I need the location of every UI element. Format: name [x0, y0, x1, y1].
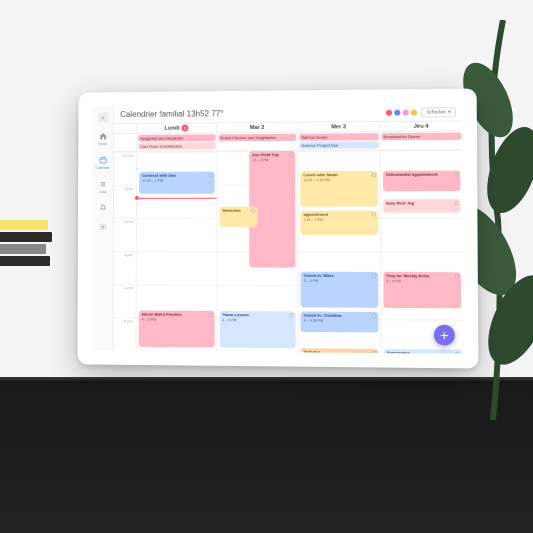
allday-col: Roast Chicken and Vegetables — [216, 133, 297, 151]
sidebar-item-label: Lists — [99, 190, 106, 194]
schedule-dropdown[interactable]: Schedule ▾ — [421, 107, 456, 117]
event-time: 1:30 – 2 PM — [304, 218, 375, 222]
hour-label: 2 pm — [114, 218, 136, 251]
allday-event[interactable]: Last Dose of Antibiotics — [138, 142, 215, 149]
event-user-icon — [289, 153, 293, 157]
day-label: Mar 2 — [250, 124, 265, 130]
calendar-icon — [99, 156, 107, 165]
calendar-event[interactable]: Easy Rest Jog — [383, 199, 461, 213]
sidebar: S Home Calendar Lists — [92, 106, 115, 351]
tablet-device: S Home Calendar Lists Calendrier familial … — [78, 88, 479, 368]
calendar-grid[interactable]: 12 pm1 pm2 pm3 pm4 pm5 pm Connect with D… — [114, 150, 464, 354]
hour-label: 3 pm — [114, 251, 136, 284]
sidebar-item-calendar[interactable]: Calendar — [96, 156, 110, 170]
calendar-event[interactable]: Check In: Christina4 – 4:30 PM — [301, 312, 378, 333]
event-user-icon — [372, 351, 376, 354]
allday-col: Spaghetti and MeatballsLast Dose of Anti… — [136, 133, 216, 151]
calendar-event[interactable]: Gymnastics5 – 6 PM — [383, 349, 461, 354]
event-user-icon — [371, 274, 375, 278]
calendar-event[interactable]: Lunch with Sarah12:30 – 1:30 PM — [300, 171, 377, 207]
calendar-event[interactable]: Piano Lesson4 – 5 PM — [219, 311, 295, 348]
event-title: Médecins — [222, 209, 254, 214]
event-time: 12:30 – 1:30 PM — [303, 178, 374, 183]
allday-event[interactable]: Breakfast for Dinner — [381, 133, 461, 141]
event-user-icon — [455, 274, 459, 278]
event-user-icon — [251, 209, 255, 213]
hour-label: 12 pm — [114, 152, 136, 185]
event-time: 4 – 5 PM — [142, 318, 211, 323]
day-column[interactable]: Orthodontist Appointment Easy Rest Jog Pre… — [379, 150, 463, 354]
event-user-icon — [208, 173, 212, 177]
calendar-event[interactable]: Check In: Miles3 – 4 PM — [301, 272, 378, 309]
user-dot[interactable] — [386, 109, 392, 115]
sidebar-item-label: Calendar — [96, 166, 110, 170]
day-label: Jeu 4 — [414, 123, 429, 129]
sidebar-badge[interactable]: S — [98, 112, 108, 122]
event-time: 4 – 5 PM — [222, 318, 292, 323]
event-title: Orthodontist Appointment — [386, 172, 458, 177]
event-user-icon — [289, 314, 293, 318]
page-title: Calendrier familial 13h52 77° — [120, 109, 223, 119]
allday-event[interactable]: Salmon Bowls — [299, 133, 378, 141]
sidebar-item-label: Home — [98, 142, 107, 146]
day-label: Lundi — [164, 125, 179, 131]
hour-label: 5 pm — [114, 317, 136, 350]
screen: S Home Calendar Lists Calendrier familial … — [92, 103, 464, 354]
hour-label: 4 pm — [114, 284, 136, 317]
calendar-event[interactable]: Médecins — [219, 207, 257, 227]
event-title: Tutoring — [304, 350, 375, 353]
schedule-label: Schedule — [426, 109, 446, 114]
now-indicator — [137, 197, 216, 198]
allday-event[interactable]: Spaghetti and Meatballs — [138, 134, 215, 142]
calendar-event[interactable]: Honor Band Practice4 – 5 PM — [139, 311, 214, 348]
sidebar-item-bell[interactable] — [98, 204, 106, 213]
day-header[interactable]: Jeu 4 — [379, 121, 462, 131]
sidebar-item-list[interactable]: Lists — [99, 180, 107, 194]
allday-col: Breakfast for Dinner — [379, 132, 462, 150]
day-label: Mer 3 — [331, 124, 346, 130]
day-column[interactable]: Lunch with Sarah12:30 – 1:30 PM appointme… — [297, 150, 380, 353]
hours-gutter: 12 pm1 pm2 pm3 pm4 pm5 pm — [114, 152, 137, 351]
event-title: Gymnastics — [386, 351, 458, 354]
hour-label: 1 pm — [114, 185, 136, 218]
list-icon — [99, 180, 107, 189]
calendar-event[interactable]: Prep for Weekly Retro3 – 4 PM — [383, 272, 461, 309]
day-header[interactable]: Mer 3 — [297, 122, 379, 132]
calendar-event[interactable]: Orthodontist Appointment — [382, 170, 460, 191]
allday-row: Spaghetti and MeatballsLast Dose of Anti… — [114, 132, 462, 152]
day-header[interactable]: Lundi1 — [136, 123, 216, 133]
add-event-button[interactable]: + — [434, 325, 455, 346]
sidebar-item-home[interactable]: Home — [98, 132, 107, 146]
home-icon — [99, 132, 107, 141]
allday-event[interactable]: Roast Chicken and Vegetables — [218, 134, 296, 142]
day-column[interactable]: Connect with Dan12:30 – 1 PM Honor Band P… — [136, 151, 217, 351]
event-time: 12:30 – 1 PM — [142, 178, 211, 182]
day-header[interactable]: Mar 2 — [216, 123, 297, 133]
bell-icon — [98, 204, 106, 213]
user-dot[interactable] — [394, 109, 400, 115]
gear-icon — [98, 223, 106, 232]
event-user-icon — [455, 352, 459, 354]
event-user-icon — [371, 173, 375, 177]
allday-event[interactable]: Science Project Due — [299, 141, 378, 149]
allday-col: Salmon BowlsScience Project Due — [297, 132, 379, 150]
user-dot[interactable] — [402, 109, 408, 115]
event-user-icon — [454, 172, 458, 176]
event-time: 4 – 4:30 PM — [304, 319, 375, 324]
today-badge: 1 — [182, 124, 189, 131]
event-title: Easy Rest Jog — [386, 201, 458, 206]
day-column[interactable]: Zoo Field Trip12 – 3 PMMédecinsPiano Les… — [216, 151, 297, 352]
event-time: 12 – 3 PM — [252, 158, 292, 162]
sidebar-item-gear[interactable] — [98, 223, 106, 232]
event-time: 3 – 4 PM — [304, 278, 375, 283]
main-panel: Calendrier familial 13h52 77° Schedule ▾… — [114, 103, 464, 354]
calendar-event[interactable]: Tutoring5 – 6 PM — [301, 348, 378, 354]
calendar-event[interactable]: Connect with Dan12:30 – 1 PM — [139, 171, 214, 193]
calendar-event[interactable]: appointment1:30 – 2 PM — [300, 211, 377, 235]
user-dot[interactable] — [411, 109, 417, 115]
event-time: 3 – 4 PM — [386, 279, 458, 284]
user-filter-dots[interactable] — [386, 109, 417, 115]
chevron-down-icon: ▾ — [448, 109, 450, 115]
event-user-icon — [454, 201, 458, 205]
